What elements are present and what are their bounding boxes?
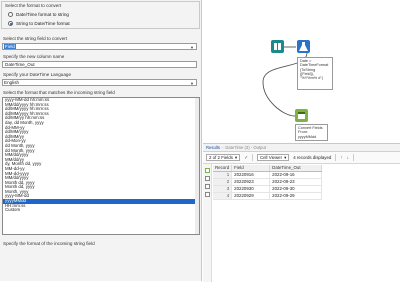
format-items: yyyy-MM-dd hh:mm:ss MM/dd/yyyy hh:mm:ss dd… (3, 98, 199, 213)
formula-annotation: Date = DateTimeFormat (ToString ([Field]… (297, 57, 333, 90)
toolbar-divider (335, 154, 336, 161)
field-cell[interactable]: 20220916 (231, 171, 271, 179)
workflow-canvas[interactable]: Date = DateTimeFormat (ToString ([Field]… (203, 0, 400, 143)
table-row[interactable]: 4 20220929 2022-09-29 (213, 192, 323, 200)
radio-button-icon[interactable] (8, 12, 13, 17)
language-select[interactable]: English ▼ (2, 79, 197, 86)
datetime-out-cell[interactable]: 2022-09-23 (269, 178, 323, 186)
format-list-label: Select the format that matches the incom… (3, 90, 115, 95)
radio-string-to-datetime[interactable]: String to Date/Time format (8, 21, 70, 26)
results-title: Results (206, 145, 220, 150)
convert-format-group: Select the format to convert Date/Time f… (1, 1, 200, 29)
datetime-tool[interactable] (295, 109, 308, 122)
table-row[interactable]: 3 20220930 2022-09-30 (213, 185, 323, 193)
toolbar-divider (252, 154, 253, 161)
input-data-tool[interactable] (271, 40, 284, 53)
radio-datetime-to-string[interactable]: Date/Time format to string (8, 12, 69, 17)
toolbar-divider (352, 154, 354, 161)
table-row[interactable]: 1 20220916 2022-09-16 (213, 171, 323, 179)
new-column-label: Specify the new column name (3, 54, 65, 59)
metadata-icon[interactable] (205, 184, 210, 189)
footer-format-label: Specify the format of the incoming strin… (3, 241, 95, 246)
check-icon[interactable]: ✓ (244, 155, 248, 161)
datetime-out-cell[interactable]: 2022-09-30 (269, 185, 323, 193)
chevron-down-icon: ▾ (234, 154, 238, 160)
table-view-icon[interactable] (205, 176, 210, 181)
language-label: Specify your DateTime Language (3, 72, 72, 77)
string-field-label: Select the string field to convert (3, 36, 68, 41)
format-listbox[interactable]: yyyy-MM-dd hh:mm:ss MM/dd/yyyy hh:mm:ss dd… (2, 97, 200, 235)
header-separator: - (221, 145, 224, 150)
output-anchor-icon[interactable] (205, 168, 210, 173)
arrow-down-icon[interactable]: ↓ (346, 155, 349, 161)
cell-viewer-label: Cell Viewer (259, 155, 283, 160)
format-list-scrollbar[interactable] (195, 98, 199, 234)
table-body: 1 20220916 2022-09-16 2 20220923 2022-09-23 3 2… (213, 171, 323, 200)
table-row[interactable]: 2 20220923 2022-09-23 (213, 178, 323, 186)
new-column-input[interactable]: DateTime_Out (2, 61, 197, 68)
book-icon (274, 43, 281, 50)
chevron-down-icon: ▼ (190, 81, 194, 86)
language-value: English (4, 80, 20, 85)
arrow-up-icon[interactable]: ↑ (340, 155, 343, 161)
string-field-select[interactable]: Field ▼ (2, 43, 197, 50)
datetime-out-cell[interactable]: 2022-09-29 (269, 192, 323, 200)
convert-section-title: Select the format to convert (5, 3, 62, 8)
chevron-down-icon: ▼ (190, 45, 194, 50)
record-number-cell[interactable]: 1 (213, 171, 233, 179)
column-header-record[interactable]: Record (213, 165, 233, 172)
string-field-value: Field (4, 44, 16, 49)
radio-label: Date/Time format to string (16, 12, 69, 17)
convert-annotation: Convert Fields From: yyyyMMdd (295, 124, 328, 141)
record-number-cell[interactable]: 4 (213, 192, 233, 200)
fields-dropdown[interactable]: 2 of 2 Fields ▾ (206, 154, 241, 161)
records-count: 4 records displayed (293, 155, 332, 160)
results-pane: Results - DateTime (3) - Output 2 of 2 F… (203, 143, 400, 282)
record-number-cell[interactable]: 3 (213, 185, 233, 193)
field-cell[interactable]: 20220923 (231, 178, 271, 186)
results-toolbar: 2 of 2 Fields ▾ ✓ Cell Viewer ▾ 4 record… (203, 152, 400, 164)
chevron-down-icon: ▾ (284, 154, 287, 160)
results-side-strip (203, 164, 212, 282)
radio-label: String to Date/Time format (16, 21, 70, 26)
field-cell[interactable]: 20220930 (231, 185, 271, 193)
formula-tool[interactable] (297, 40, 310, 53)
datetime-out-cell[interactable]: 2022-09-16 (269, 171, 323, 179)
config-panel: Select the format to convert Date/Time f… (0, 0, 202, 281)
cell-viewer-dropdown[interactable]: Cell Viewer ▾ (256, 154, 290, 161)
results-header: Results - DateTime (3) - Output (203, 144, 400, 152)
calendar-icon (298, 112, 305, 119)
results-tool-name: DateTime (3) - Output (225, 145, 266, 150)
format-option[interactable]: Custom (3, 208, 199, 213)
flask-icon (299, 42, 308, 51)
record-number-cell[interactable]: 2 (213, 178, 233, 186)
message-icon[interactable] (205, 192, 210, 197)
results-table: Record Field DateTime_Out 1 20220916 2022-… (213, 165, 323, 200)
fields-label: 2 of 2 Fields (209, 155, 233, 160)
field-cell[interactable]: 20220929 (231, 192, 271, 200)
radio-button-icon[interactable] (8, 21, 13, 26)
